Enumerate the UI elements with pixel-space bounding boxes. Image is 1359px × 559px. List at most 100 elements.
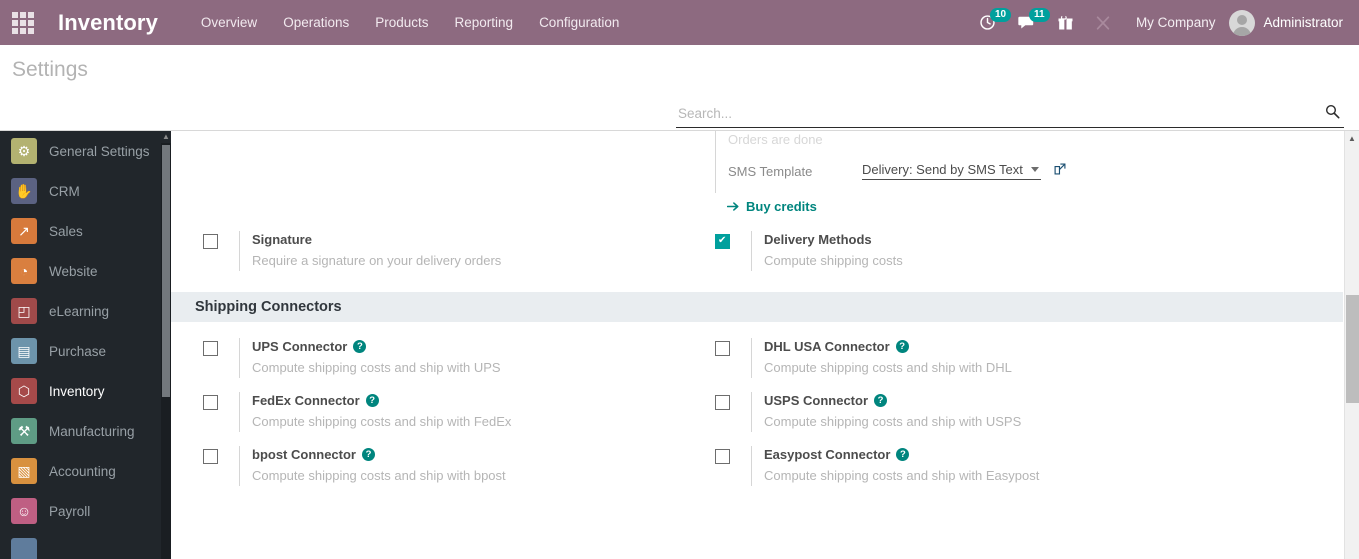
checkbox-wrapper (203, 446, 239, 464)
sms-and-blank-row: Orders are done SMS Template Delivery: S… (171, 131, 1343, 217)
help-icon[interactable]: ? (895, 340, 909, 353)
setting-body: bpost Connector? Compute shipping costs a… (239, 446, 698, 486)
setting-title: UPS Connector? (252, 338, 698, 355)
content-scroll-thumb[interactable] (1346, 295, 1359, 403)
buy-credits-label: Buy credits (746, 199, 817, 214)
connector-cell-dhl: DHL USA Connector? Compute shipping costs… (715, 338, 1210, 378)
sidebar-item-label: Purchase (49, 343, 107, 359)
sidebar-item-elearning[interactable]: ◰ eLearning (0, 291, 161, 331)
sidebar-item-partial-10[interactable] (0, 531, 161, 559)
checkbox-dhl-usa-connector[interactable] (715, 341, 730, 356)
bug-tools-icon (1096, 15, 1110, 30)
menu-item-products[interactable]: Products (362, 2, 441, 43)
signature-delivery-row: Signature Require a signature on your del… (171, 231, 1343, 271)
menu-item-configuration[interactable]: Configuration (526, 2, 632, 43)
connector-cell-usps: USPS Connector? Compute shipping costs an… (715, 392, 1210, 432)
setting-title: FedEx Connector? (252, 392, 698, 409)
setting-delivery-methods: Delivery Methods Compute shipping costs (715, 231, 1210, 271)
setting-title-text: DHL USA Connector (764, 339, 890, 354)
chevron-up-icon[interactable]: ▲ (161, 131, 171, 143)
search-input[interactable] (676, 105, 1319, 124)
menu-item-overview[interactable]: Overview (188, 2, 270, 43)
setting-bpost-connector: bpost Connector? Compute shipping costs a… (203, 446, 698, 486)
sidebar-item-manufacturing[interactable]: ⚒ Manufacturing (0, 411, 161, 451)
buy-credits-link[interactable]: Buy credits (727, 199, 817, 214)
apps-grid-icon[interactable] (0, 0, 46, 45)
globe-icon: ◔ (11, 258, 37, 284)
checkbox-delivery-methods[interactable] (715, 233, 730, 249)
help-icon[interactable]: ? (362, 448, 375, 461)
user-menu[interactable]: Administrator (1229, 9, 1349, 36)
help-icon[interactable]: ? (874, 394, 888, 407)
sidebar-item-sales[interactable]: ↗ Sales (0, 211, 161, 251)
sidebar-scrollbar[interactable]: ▲ (161, 131, 171, 559)
clipped-setting-text: Orders are done (715, 131, 1210, 149)
company-switcher[interactable]: My Company (1122, 15, 1230, 30)
setting-body: USPS Connector? Compute shipping costs an… (751, 392, 1210, 432)
search-icon[interactable] (1319, 104, 1344, 126)
setting-title: Delivery Methods (764, 231, 1210, 248)
sms-template-select[interactable]: Delivery: Send by SMS Text (862, 162, 1041, 180)
setting-body: DHL USA Connector? Compute shipping costs… (751, 338, 1210, 378)
menu-item-operations[interactable]: Operations (270, 2, 362, 43)
sidebar-item-general-settings[interactable]: ⚙ General Settings (0, 131, 161, 171)
chart-line-icon: ↗ (11, 218, 37, 244)
checkbox-ups-connector[interactable] (203, 341, 218, 356)
setting-title-text: USPS Connector (764, 393, 869, 408)
user-card-icon: ☺ (11, 498, 37, 524)
debug-menu[interactable] (1084, 0, 1122, 45)
setting-title-text: Signature (252, 232, 312, 247)
chevron-up-icon[interactable]: ▲ (1345, 131, 1359, 146)
setting-cell-signature: Signature Require a signature on your del… (203, 231, 698, 271)
help-icon[interactable]: ? (365, 394, 379, 407)
messages-menu[interactable]: 11 (1007, 0, 1050, 45)
setting-description: Compute shipping costs and ship with Fed… (252, 414, 512, 429)
wrench-icon: ⚒ (11, 418, 37, 444)
chevron-down-icon[interactable] (1030, 167, 1039, 172)
app-brand-title[interactable]: Inventory (58, 10, 158, 36)
checkbox-easypost-connector[interactable] (715, 449, 730, 464)
checkbox-usps-connector[interactable] (715, 395, 730, 410)
checkbox-signature[interactable] (203, 234, 218, 249)
external-link-icon[interactable] (1053, 162, 1067, 181)
setting-cell-delivery-methods: Delivery Methods Compute shipping costs (715, 231, 1210, 271)
sidebar-item-inventory[interactable]: ⬡ Inventory (0, 371, 161, 411)
setting-signature: Signature Require a signature on your del… (203, 231, 698, 271)
checkbox-bpost-connector[interactable] (203, 449, 218, 464)
checkbox-wrapper (203, 231, 239, 249)
sidebar-scroll-thumb[interactable] (162, 145, 170, 397)
setting-title: Easypost Connector? (764, 446, 1210, 463)
graduation-icon: ◰ (11, 298, 37, 324)
setting-description: Compute shipping costs and ship with Eas… (764, 468, 1040, 483)
setting-title: Signature (252, 231, 698, 248)
connector-cell-ups: UPS Connector? Compute shipping costs and… (203, 338, 698, 378)
checkbox-fedex-connector[interactable] (203, 395, 218, 410)
help-icon[interactable]: ? (896, 448, 910, 461)
sidebar-item-label: Sales (49, 223, 83, 239)
help-icon[interactable]: ? (353, 340, 367, 353)
sidebar-item-crm[interactable]: ✋ CRM (0, 171, 161, 211)
partial-app-icon (11, 538, 37, 559)
setting-ups-connector: UPS Connector? Compute shipping costs and… (203, 338, 698, 378)
checkbox-wrapper (203, 392, 239, 410)
gift-menu[interactable] (1047, 0, 1084, 45)
connector-cell-bpost: bpost Connector? Compute shipping costs a… (203, 446, 698, 486)
settings-app-sidebar: ⚙ General Settings ✋ CRM ↗ Sales ◔ Website ◰ eLea… (0, 131, 171, 559)
sidebar-item-payroll[interactable]: ☺ Payroll (0, 491, 161, 531)
content-scrollbar[interactable]: ▲ (1344, 131, 1359, 559)
user-name: Administrator (1263, 15, 1343, 30)
connector-row-1: UPS Connector? Compute shipping costs and… (171, 338, 1343, 378)
control-panel: Settings SAVE DISCARD (0, 45, 1359, 166)
activities-menu[interactable]: 10 (968, 0, 1012, 45)
setting-fedex-connector: FedEx Connector? Compute shipping costs a… (203, 392, 698, 432)
sidebar-item-label: General Settings (49, 143, 150, 159)
menu-item-reporting[interactable]: Reporting (442, 2, 527, 43)
sidebar-item-website[interactable]: ◔ Website (0, 251, 161, 291)
setting-body: Delivery Methods Compute shipping costs (751, 231, 1210, 271)
sidebar-item-accounting[interactable]: ▧ Accounting (0, 451, 161, 491)
checkbox-wrapper (715, 392, 751, 410)
sms-template-row: SMS Template Delivery: Send by SMS Text (715, 149, 1210, 193)
sidebar-item-purchase[interactable]: ▤ Purchase (0, 331, 161, 371)
setting-body: Easypost Connector? Compute shipping cost… (751, 446, 1210, 486)
setting-dhl-usa-connector: DHL USA Connector? Compute shipping costs… (715, 338, 1210, 378)
